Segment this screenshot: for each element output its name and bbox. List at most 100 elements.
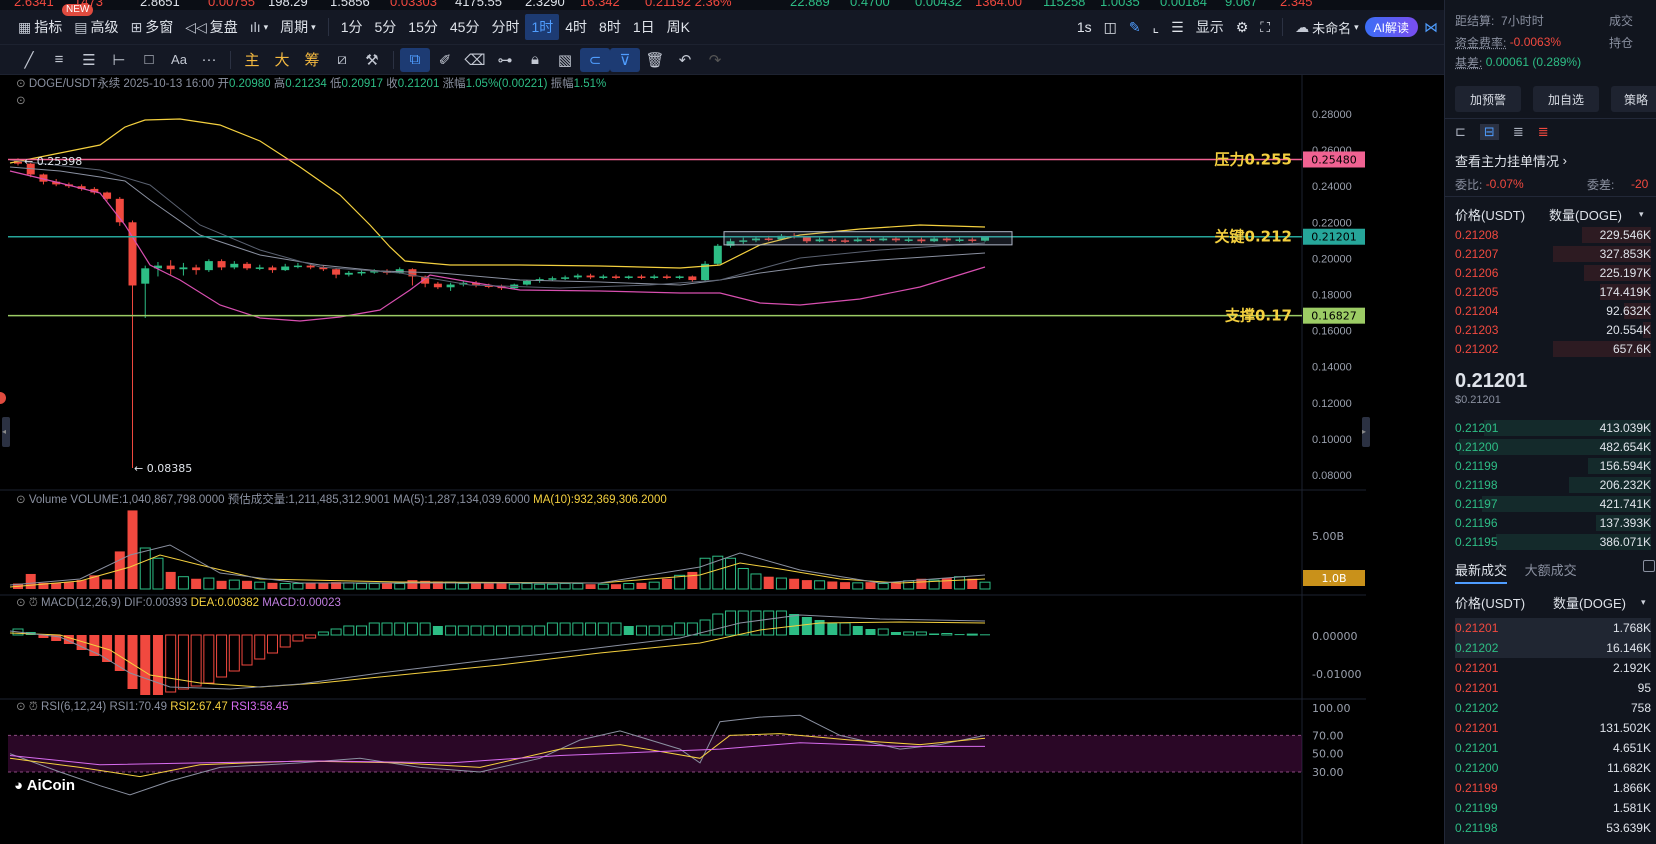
undo-icon[interactable]: ↶ <box>670 48 700 72</box>
interval-tab[interactable]: 5分 <box>369 10 403 44</box>
ticker-item[interactable]: 1364.00 <box>975 0 1022 9</box>
refresh-rate[interactable]: 1s <box>1071 10 1098 44</box>
big-order-button[interactable]: 大 <box>267 48 297 72</box>
interval-tab[interactable]: 1分 <box>335 10 369 44</box>
ticker-item[interactable]: 1.0035 <box>1100 0 1140 9</box>
ticker-item[interactable]: 2.8651 <box>140 0 180 9</box>
copy-icon[interactable]: ⧉ <box>400 47 430 72</box>
alarm-icon[interactable]: ⏰︎ <box>29 597 38 609</box>
interval-tab[interactable]: 分时 <box>485 10 525 44</box>
text-tool-icon[interactable]: Aa <box>164 48 194 72</box>
gear-icon[interactable]: ⚙ <box>1230 10 1255 44</box>
add-favorite-button[interactable]: 加自选 <box>1533 86 1599 112</box>
ticker-item[interactable]: 0.4700 <box>850 0 890 9</box>
ticker-item[interactable]: 0.00432 <box>915 0 962 9</box>
collapse-icon[interactable]: ⊙ <box>16 701 26 713</box>
ticker-item[interactable]: 1.5856 <box>330 0 370 9</box>
strategy-icon[interactable]: ⧄ <box>327 48 357 72</box>
measure-icon[interactable]: ⊶ <box>490 48 520 72</box>
channel-tool-icon[interactable]: ☰ <box>74 48 104 72</box>
horizontal-line-icon[interactable]: ⊢ <box>104 48 134 72</box>
redo-icon[interactable]: ↷ <box>700 48 730 72</box>
chip-button[interactable]: 筹 <box>297 48 327 72</box>
ticker-item[interactable]: 115258 <box>1043 0 1085 9</box>
ticker-item[interactable]: 0.00755 <box>208 0 255 9</box>
ai-analysis-button[interactable]: AI解读 <box>1364 17 1418 37</box>
collapse-icon[interactable]: ⊙ <box>16 78 26 90</box>
collapse-icon[interactable]: ⊙ <box>16 494 26 506</box>
brush-icon[interactable]: ✐ <box>430 48 460 72</box>
alarm-icon[interactable]: ⏰︎ <box>29 701 38 713</box>
filter-icon[interactable]: ⊽ <box>610 47 640 72</box>
left-collapse-handle[interactable]: ◂ <box>2 417 10 447</box>
layers-icon[interactable]: ▧ <box>550 48 580 72</box>
chart-area[interactable]: 0.28000 0.26000 0.24000 0.22000 0.20000 0.180… <box>0 75 1444 844</box>
ticker-item[interactable]: 2.6341 <box>14 0 54 9</box>
orderbook-row[interactable]: 0.21197 421.741K <box>1455 494 1651 514</box>
ticker-item[interactable]: 0.03303 <box>390 0 437 9</box>
chart-canvas[interactable]: 0.280000.260000.240000.220000.200000.180… <box>0 75 1366 844</box>
expand-icon[interactable]: ⊙ <box>16 93 26 107</box>
orderbook-row[interactable]: 0.21202 657.6K <box>1455 339 1651 359</box>
ticker-item[interactable]: 2.345 <box>1280 0 1313 9</box>
settings-list-icon[interactable]: ☰ <box>1165 10 1190 44</box>
view-asks-icon[interactable]: ≣ <box>1538 124 1549 140</box>
interval-tab[interactable]: 15分 <box>402 10 444 44</box>
indicator-button[interactable]: ▦ 指标 <box>0 10 68 44</box>
crop-icon[interactable]: ⌞ <box>1147 10 1166 44</box>
ticker-item[interactable]: 2.3290 <box>525 0 565 9</box>
collapse-icon[interactable]: ⊙ <box>16 597 26 609</box>
interval-tab[interactable]: 4时 <box>559 10 593 44</box>
strategy-button[interactable]: 策略 <box>1611 86 1656 112</box>
interval-tab[interactable]: 周K <box>661 10 696 44</box>
share-icon[interactable]: ⋈ <box>1418 10 1444 44</box>
interval-tab[interactable]: 1时 <box>525 14 560 40</box>
orderbook-row[interactable]: 0.21205 174.419K <box>1455 282 1651 302</box>
orderbook-row[interactable]: 0.21200 482.654K <box>1455 437 1651 457</box>
view-both-icon[interactable]: ⊏ <box>1455 124 1466 140</box>
more-icon[interactable]: ··· <box>194 48 224 72</box>
orderbook-row[interactable]: 0.21206 225.197K <box>1455 263 1651 283</box>
ticker-item[interactable]: 9.067 <box>1225 0 1258 9</box>
multi-window-button[interactable]: ⊞ 多窗 <box>124 10 179 44</box>
orderbook-row[interactable]: 0.21201 413.039K <box>1455 418 1651 438</box>
eraser-icon[interactable]: ⌫ <box>460 48 490 72</box>
right-collapse-handle[interactable]: ▸ <box>1362 417 1370 447</box>
ticker-item[interactable]: 4175.55 <box>455 0 502 9</box>
ticker-item[interactable]: 22.889 <box>790 0 830 9</box>
line-tool-icon[interactable]: ╱ <box>14 48 44 72</box>
pen-icon[interactable]: ✎ <box>1123 10 1147 44</box>
ticker-item[interactable]: 16.342 <box>580 0 620 9</box>
interval-tab[interactable]: 8时 <box>593 10 627 44</box>
orderbook-row[interactable]: 0.21196 137.393K <box>1455 513 1651 533</box>
orderbook-row[interactable]: 0.21208 229.546K <box>1455 225 1651 245</box>
orderbook-row[interactable]: 0.21195 386.071K <box>1455 532 1651 552</box>
interval-tab[interactable]: 1日 <box>627 10 661 44</box>
layout-dropdown[interactable]: ☁ 未命名 ▾ <box>1289 10 1365 44</box>
qty-header[interactable]: 数量(DOGE) <box>1553 593 1626 612</box>
fullscreen-icon[interactable]: ⛶ <box>1254 10 1276 44</box>
lock-icon[interactable]: 🔒︎ <box>520 48 550 72</box>
tab-latest-trades[interactable]: 最新成交 <box>1455 563 1508 584</box>
tools-icon[interactable]: ⚒ <box>357 48 387 72</box>
interval-tab[interactable]: 45分 <box>444 10 486 44</box>
orderbook-row[interactable]: 0.21207 327.853K <box>1455 244 1651 264</box>
tab-large-trades[interactable]: 大额成交 <box>1525 563 1577 578</box>
ticker-item[interactable]: 0.21192 2.36% <box>645 0 732 9</box>
replay-button[interactable]: ◁◁ 复盘 <box>179 10 244 44</box>
display-button[interactable]: 显示 <box>1190 10 1230 44</box>
view-split-icon[interactable]: ⊟ <box>1479 124 1499 140</box>
view-bids-icon[interactable]: ≣ <box>1513 124 1524 140</box>
orderbook-row[interactable]: 0.21199 156.594K <box>1455 456 1651 476</box>
add-alert-button[interactable]: 加预警 <box>1455 86 1521 112</box>
parallel-tool-icon[interactable]: ≡ <box>44 48 74 72</box>
orderbook-row[interactable]: 0.21204 92.632K <box>1455 301 1651 321</box>
qty-header[interactable]: 数量(DOGE) <box>1549 205 1622 224</box>
big-orders-link[interactable]: 查看主力挂单情况 › <box>1445 150 1656 170</box>
ticker-item[interactable]: 0.00184 <box>1160 0 1207 9</box>
orderbook-row[interactable]: 0.21203 20.554K <box>1455 320 1651 340</box>
camera-icon[interactable]: ◫ <box>1098 10 1123 44</box>
orderbook-row[interactable]: 0.21198 206.232K <box>1455 475 1651 495</box>
trash-icon[interactable]: 🗑︎ <box>640 48 670 72</box>
chart-type-button[interactable]: ılı ▾ <box>244 10 274 44</box>
